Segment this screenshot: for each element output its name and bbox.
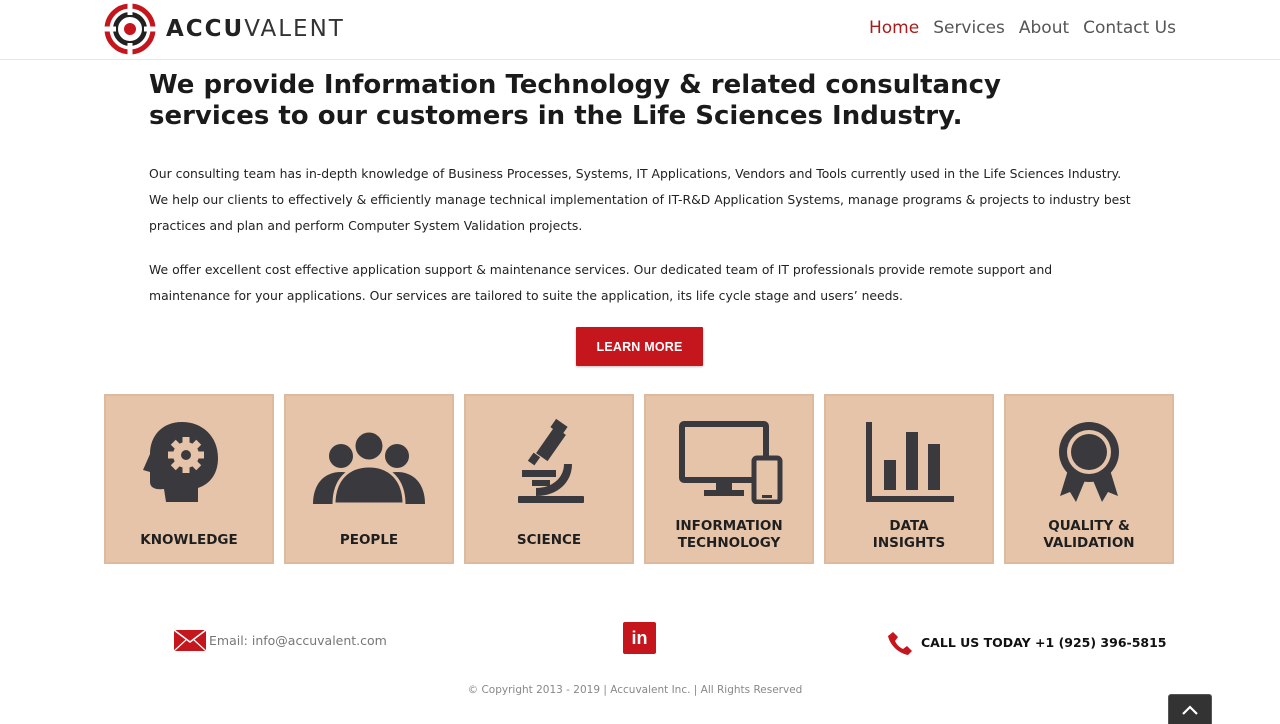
tile-label: INFORMATION TECHNOLOGY	[675, 518, 783, 551]
logo[interactable]: ACCUVALENT	[104, 3, 345, 55]
monitor-phone-icon	[679, 421, 783, 504]
nav-home[interactable]: Home	[869, 18, 919, 38]
call-text: CALL US TODAY +1 (925) 396-5815	[921, 634, 1167, 650]
support-paragraph: We offer excellent cost effective applic…	[149, 262, 1053, 303]
tile-knowledge[interactable]: KNOWLEDGE	[104, 394, 274, 564]
nav-contact-us[interactable]: Contact Us	[1083, 18, 1176, 38]
phone-icon	[888, 632, 912, 655]
chevron-up-icon	[1182, 704, 1198, 715]
people-icon	[313, 429, 425, 504]
learn-more-button[interactable]: LEARN MORE	[576, 327, 703, 366]
tile-people[interactable]: PEOPLE	[284, 394, 454, 564]
page-headline: We provide Information Technology & rela…	[149, 70, 1001, 131]
tile-label: KNOWLEDGE	[140, 532, 238, 548]
tile-label: SCIENCE	[516, 532, 582, 548]
nav-services[interactable]: Services	[933, 18, 1005, 38]
main-nav: Home Services About Contact Us	[869, 18, 1176, 38]
award-ribbon-icon	[1059, 422, 1119, 502]
microscope-icon	[518, 418, 584, 503]
scroll-to-top-button[interactable]	[1168, 694, 1212, 724]
copyright: © Copyright 2013 - 2019 | Accuvalent Inc…	[467, 684, 803, 696]
footer-call[interactable]: CALL US TODAY +1 (925) 396-5815	[887, 628, 1167, 656]
logo-text: ACCUVALENT	[166, 16, 345, 42]
services-tiles: KNOWLEDGE PEOPLE SCIENCE INFORMATION TEC…	[104, 394, 1174, 564]
bar-chart-icon	[866, 422, 954, 502]
footer-email[interactable]: Email: info@accuvalent.com	[174, 630, 387, 651]
envelope-icon	[174, 630, 206, 651]
tile-information-technology[interactable]: INFORMATION TECHNOLOGY	[644, 394, 814, 564]
nav-about[interactable]: About	[1019, 18, 1069, 38]
tile-label: QUALITY & VALIDATION	[1043, 518, 1135, 551]
tile-label: PEOPLE	[339, 532, 399, 548]
tile-quality-validation[interactable]: QUALITY & VALIDATION	[1004, 394, 1174, 564]
tile-label: DATA INSIGHTS	[872, 518, 946, 551]
site-header: ACCUVALENT Home Services About Contact U…	[0, 0, 1280, 60]
head-gear-icon	[143, 422, 218, 502]
target-logo-icon	[104, 3, 156, 55]
email-text: Email: info@accuvalent.com	[209, 633, 387, 648]
intro-paragraph: Our consulting team has in-depth knowled…	[149, 166, 1131, 233]
tile-science[interactable]: SCIENCE	[464, 394, 634, 564]
tile-data-insights[interactable]: DATA INSIGHTS	[824, 394, 994, 564]
linkedin-icon[interactable]: in	[623, 622, 656, 654]
